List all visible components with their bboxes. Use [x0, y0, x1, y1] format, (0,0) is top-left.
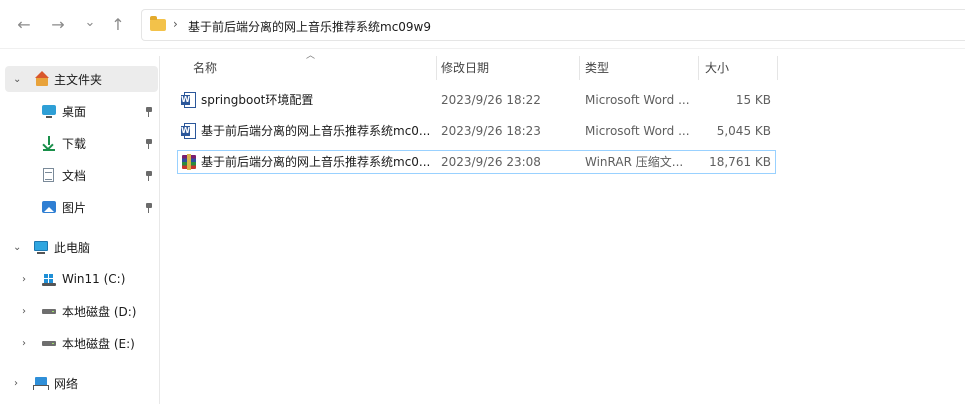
column-header-modified[interactable]: 修改日期 [441, 56, 489, 80]
file-row-selected[interactable]: 基于前后端分离的网上音乐推荐系统mc0... 2023/9/26 23:08 W… [177, 150, 776, 174]
column-header-size[interactable]: 大小 [705, 56, 729, 80]
pin-icon [145, 139, 153, 149]
sidebar-item-label: 此电脑 [54, 240, 91, 255]
rar-archive-icon [181, 154, 197, 170]
column-divider[interactable] [436, 56, 437, 80]
sidebar-item-label: 网络 [54, 376, 79, 391]
sidebar-item-home[interactable]: ⌄ 主文件夹 [5, 66, 158, 92]
sidebar-item-downloads[interactable]: 下载 [0, 130, 160, 156]
recent-locations-button[interactable]: ⌄ [78, 10, 102, 34]
address-bar[interactable]: › 基于前后端分离的网上音乐推荐系统mc09w9 [141, 9, 965, 41]
sidebar-item-label: 图片 [62, 200, 87, 215]
column-divider[interactable] [579, 56, 580, 80]
file-type: Microsoft Word ... [585, 124, 690, 138]
file-modified: 2023/9/26 18:23 [441, 124, 541, 138]
chevron-down-icon[interactable]: ⌄ [13, 74, 21, 85]
chevron-right-icon: › [173, 17, 178, 31]
picture-icon [41, 199, 57, 215]
file-row[interactable]: 基于前后端分离的网上音乐推荐系统mc0... 2023/9/26 18:23 M… [177, 119, 776, 143]
divider [0, 48, 965, 49]
home-icon [34, 71, 50, 87]
pin-icon [145, 203, 153, 213]
arrow-left-icon: ← [17, 14, 31, 34]
drive-icon [41, 303, 57, 319]
sidebar-item-label: 下载 [62, 136, 87, 151]
file-type: WinRAR 压缩文... [585, 155, 684, 169]
sidebar-item-this-pc[interactable]: ⌄ 此电脑 [0, 234, 160, 260]
chevron-right-icon[interactable]: › [22, 306, 26, 317]
column-divider[interactable] [698, 56, 699, 80]
back-button[interactable]: ← [12, 12, 36, 36]
arrow-right-icon: → [51, 14, 65, 34]
folder-icon [150, 16, 166, 31]
file-name: springboot环境配置 [201, 93, 314, 107]
sidebar-item-label: 文档 [62, 168, 87, 183]
word-icon [181, 92, 197, 108]
up-button[interactable]: ↑ [106, 12, 130, 36]
sidebar-item-label: 主文件夹 [54, 72, 103, 87]
pin-icon [145, 107, 153, 117]
column-header-name[interactable]: 名称 [193, 56, 217, 80]
sidebar-item-label: Win11 (C:) [62, 272, 126, 286]
chevron-down-icon[interactable]: ⌄ [13, 242, 21, 253]
sidebar-item-drive-c[interactable]: › Win11 (C:) [0, 266, 160, 292]
document-icon [41, 167, 57, 183]
sidebar-item-desktop[interactable]: 桌面 [0, 98, 160, 124]
file-name: 基于前后端分离的网上音乐推荐系统mc0... [201, 124, 431, 138]
address-path[interactable]: 基于前后端分离的网上音乐推荐系统mc09w9 [188, 18, 431, 35]
sidebar-item-network[interactable]: › 网络 [0, 370, 160, 396]
sidebar-item-pictures[interactable]: 图片 [0, 194, 160, 220]
file-size: 5,045 KB [716, 124, 771, 138]
sidebar-item-label: 本地磁盘 (E:) [62, 336, 135, 351]
file-modified: 2023/9/26 23:08 [441, 155, 541, 169]
network-icon [33, 375, 49, 391]
sort-ascending-icon: ︿ [306, 51, 316, 61]
sidebar-item-drive-d[interactable]: › 本地磁盘 (D:) [0, 298, 160, 324]
column-header-type[interactable]: 类型 [585, 56, 609, 80]
download-icon [41, 135, 57, 151]
computer-icon [33, 239, 49, 255]
forward-button[interactable]: → [46, 12, 70, 36]
chevron-right-icon[interactable]: › [22, 338, 26, 349]
file-modified: 2023/9/26 18:22 [441, 93, 541, 107]
sidebar-item-documents[interactable]: 文档 [0, 162, 160, 188]
file-type: Microsoft Word ... [585, 93, 690, 107]
sidebar-item-label: 本地磁盘 (D:) [62, 304, 137, 319]
drive-icon [41, 335, 57, 351]
word-icon [181, 123, 197, 139]
chevron-down-icon: ⌄ [84, 14, 96, 30]
windows-drive-icon [41, 271, 57, 287]
file-size: 15 KB [735, 93, 771, 107]
navigation-bar: ← → ⌄ ↑ › 基于前后端分离的网上音乐推荐系统mc09w9 [0, 0, 965, 50]
desktop-icon [41, 103, 57, 119]
pin-icon [145, 171, 153, 181]
file-row[interactable]: springboot环境配置 2023/9/26 18:22 Microsoft… [177, 88, 776, 112]
arrow-up-icon: ↑ [111, 14, 125, 34]
sidebar-item-drive-e[interactable]: › 本地磁盘 (E:) [0, 330, 160, 356]
chevron-right-icon[interactable]: › [14, 378, 18, 389]
chevron-right-icon[interactable]: › [22, 274, 26, 285]
sidebar-item-label: 桌面 [62, 104, 87, 119]
file-size: 18,761 KB [709, 155, 771, 169]
column-divider[interactable] [777, 56, 778, 80]
navigation-pane: ⌄ 主文件夹 桌面 下载 文档 图片 ⌄ 此电脑 › Win11 (C:) › … [0, 56, 160, 404]
file-name: 基于前后端分离的网上音乐推荐系统mc0... [201, 155, 431, 169]
